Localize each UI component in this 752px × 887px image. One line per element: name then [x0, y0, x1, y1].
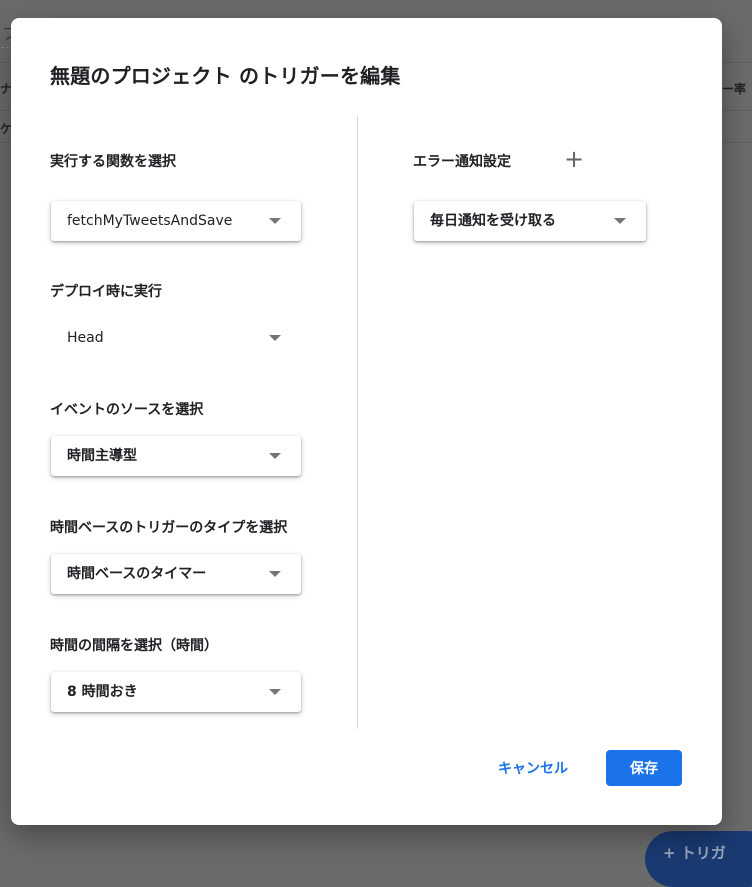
- deployment-select[interactable]: Head: [51, 318, 301, 358]
- error-notification-select-value: 毎日通知を受け取る: [430, 213, 556, 229]
- function-select-value: fetchMyTweetsAndSave: [67, 213, 233, 229]
- chevron-down-icon: [269, 335, 281, 341]
- chevron-down-icon: [614, 218, 626, 224]
- error-notification-select[interactable]: 毎日通知を受け取る: [414, 201, 646, 241]
- add-trigger-fab: + トリガ: [645, 831, 752, 887]
- background-column-header: ー率: [722, 82, 747, 96]
- save-button[interactable]: 保存: [606, 750, 682, 786]
- event-source-select-value: 時間主導型: [67, 448, 137, 464]
- cancel-button[interactable]: キャンセル: [488, 750, 578, 786]
- time-trigger-type-select-label: 時間ベースのトリガーのタイプを選択: [50, 520, 288, 536]
- chevron-down-icon: [269, 571, 281, 577]
- interval-select[interactable]: 8 時間おき: [51, 672, 301, 712]
- event-source-select-label: イベントのソースを選択: [50, 402, 204, 418]
- interval-select-value: 8 時間おき: [67, 684, 138, 700]
- edit-trigger-dialog: 無題のプロジェクト のトリガーを編集 実行する関数を選択 fetchMyTwee…: [11, 18, 722, 825]
- time-trigger-type-select-value: 時間ベースのタイマー: [67, 566, 207, 582]
- interval-select-label: 時間の間隔を選択（時間）: [50, 638, 218, 654]
- chevron-down-icon: [269, 689, 281, 695]
- chevron-down-icon: [269, 218, 281, 224]
- column-divider: [357, 116, 358, 729]
- deployment-select-label: デプロイ時に実行: [50, 284, 162, 300]
- plus-icon[interactable]: +: [562, 147, 586, 172]
- function-select[interactable]: fetchMyTweetsAndSave: [51, 201, 301, 241]
- time-trigger-type-select[interactable]: 時間ベースのタイマー: [51, 554, 301, 594]
- deployment-select-value: Head: [67, 330, 104, 346]
- chevron-down-icon: [269, 453, 281, 459]
- error-notification-label: エラー通知設定: [413, 154, 511, 170]
- function-select-label: 実行する関数を選択: [50, 154, 176, 170]
- dialog-title: 無題のプロジェクト のトリガーを編集: [50, 64, 401, 88]
- event-source-select[interactable]: 時間主導型: [51, 436, 301, 476]
